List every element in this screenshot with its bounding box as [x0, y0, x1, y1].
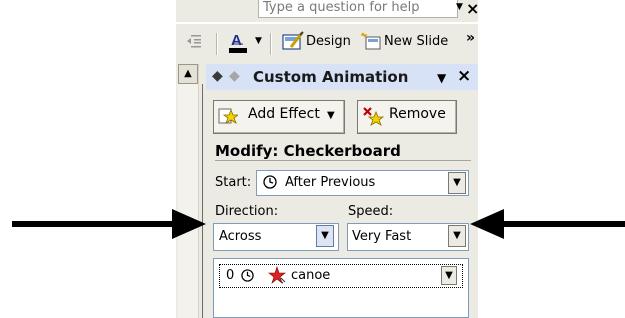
remove-icon [363, 107, 384, 126]
remove-label: Remove [389, 106, 446, 122]
left-pointing-arrow [470, 209, 625, 239]
start-label: Start: [215, 175, 252, 190]
speed-value: Very Fast [352, 229, 412, 244]
clock-icon [263, 175, 277, 189]
design-label: Design [306, 34, 351, 49]
panel-divider [202, 84, 203, 318]
list-item[interactable] [219, 264, 463, 288]
toolbar-overflow-icon[interactable]: » [466, 30, 475, 46]
direction-dropdown-icon[interactable]: ▼ [316, 225, 334, 247]
scroll-up-icon[interactable]: ▲ [178, 64, 198, 84]
add-effect-label: Add Effect [248, 106, 320, 122]
speed-label: Speed: [348, 204, 394, 219]
toolbar-separator [216, 33, 218, 55]
design-icon [282, 31, 304, 50]
pane-close-icon[interactable]: × [457, 66, 471, 86]
chevron-down-icon: ▼ [327, 110, 335, 121]
speed-dropdown-icon[interactable]: ▼ [448, 225, 466, 247]
vertical-scrollbar[interactable] [178, 64, 199, 318]
pane-title: Custom Animation [253, 68, 409, 86]
item-order: 0 [226, 268, 235, 283]
font-color-dropdown-icon[interactable]: ▼ [255, 36, 262, 46]
clock-icon [241, 269, 254, 282]
item-name: canoe [291, 268, 331, 283]
start-value: After Previous [285, 175, 376, 190]
toolbar-separator [270, 33, 272, 55]
start-dropdown-icon[interactable]: ▼ [448, 172, 466, 194]
section-divider [215, 160, 471, 161]
item-dropdown-icon[interactable]: ▼ [441, 266, 457, 285]
decrease-indent-icon[interactable] [186, 34, 202, 48]
add-effect-star-icon [218, 108, 238, 124]
font-color-icon[interactable]: A [228, 30, 248, 54]
svg-text:A: A [231, 32, 242, 49]
effect-star-icon [268, 266, 286, 284]
close-icon[interactable]: × [466, 0, 479, 18]
direction-value: Across [219, 229, 262, 244]
forward-icon[interactable]: ◆ [229, 68, 240, 84]
modify-section-title: Modify: Checkerboard [215, 142, 401, 160]
new-slide-icon [361, 32, 381, 50]
new-slide-label: New Slide [384, 34, 449, 49]
back-icon[interactable]: ◆ [212, 68, 223, 84]
help-search-input[interactable]: Type a question for help [258, 0, 458, 18]
pane-menu-icon[interactable]: ▼ [437, 71, 446, 85]
right-pointing-arrow [12, 209, 206, 239]
direction-label: Direction: [215, 204, 279, 219]
